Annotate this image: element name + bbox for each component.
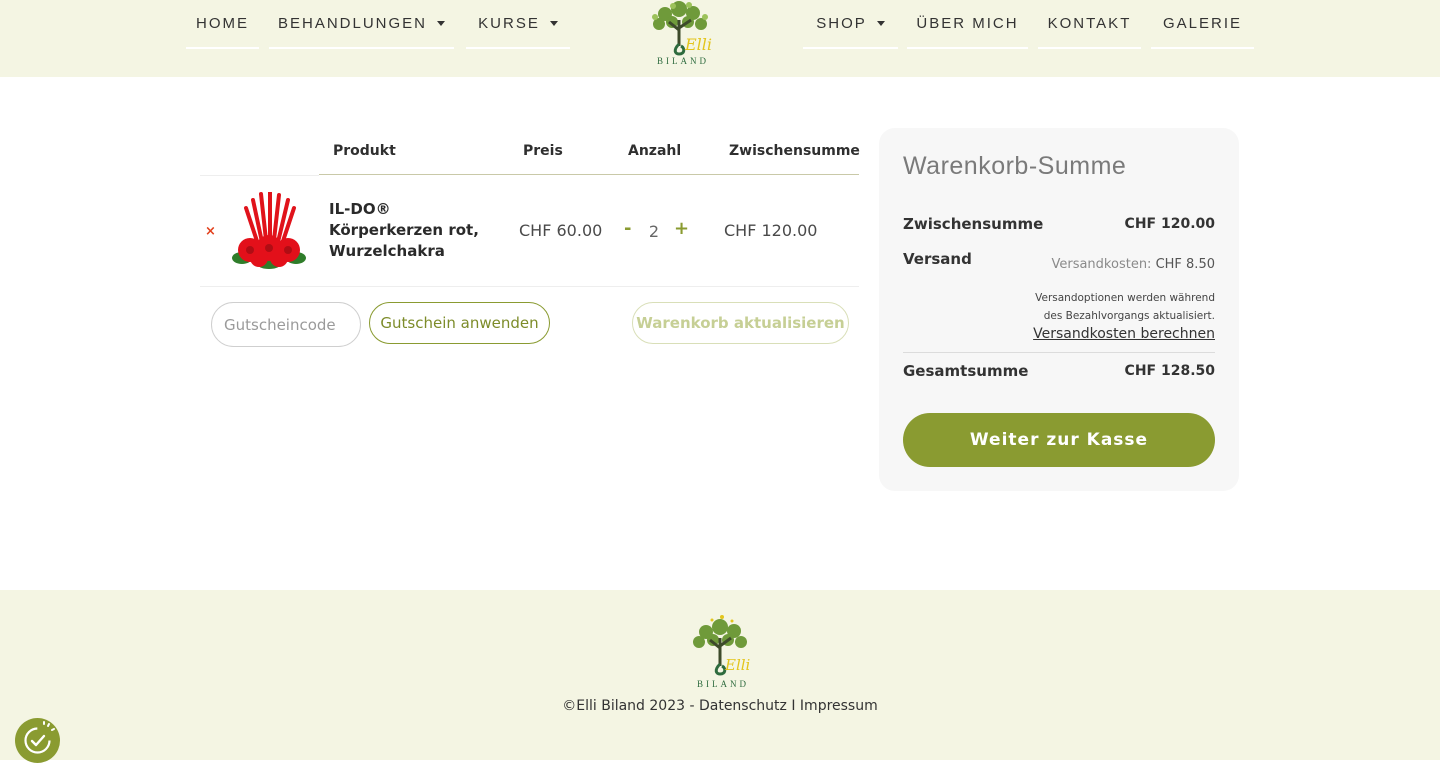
totals-total-label: Gesamtsumme — [903, 362, 1029, 380]
table-row-divider — [200, 286, 859, 287]
quantity-input[interactable] — [640, 220, 668, 242]
product-subtotal: CHF 120.00 — [724, 221, 818, 240]
header-quantity: Anzahl — [628, 143, 682, 159]
product-image — [232, 190, 306, 269]
site-footer: Elli BILAND — [0, 590, 1440, 760]
nav-kontakt[interactable]: KONTAKT — [1038, 0, 1141, 49]
nav-home-label: HOME — [196, 15, 249, 32]
site-header: HOME BEHANDLUNGEN KURSE Elli BILAND SHOP… — [0, 0, 1440, 77]
header-product: Produkt — [333, 143, 396, 159]
nav-ueber-mich[interactable]: ÜBER MICH — [907, 0, 1028, 49]
caret-down-icon — [876, 21, 885, 26]
shipping-rate-value: CHF 8.50 — [1155, 257, 1215, 272]
svg-text:BILAND: BILAND — [697, 679, 749, 689]
coupon-code-input[interactable] — [211, 302, 361, 347]
nav-galerie[interactable]: GALERIE — [1151, 0, 1254, 49]
table-row-divider — [200, 175, 319, 176]
nav-galerie-label: GALERIE — [1162, 15, 1243, 32]
tree-logo-icon: Elli BILAND — [652, 1, 712, 66]
caret-down-icon — [437, 21, 446, 26]
cookie-consent-icon — [24, 721, 55, 754]
nav-ueber-mich-label: ÜBER MICH — [916, 15, 1019, 32]
header-subtotal: Zwischensumme — [729, 143, 860, 159]
footer-copyright: ©Elli Biland 2023 - — [562, 698, 699, 714]
nav-kurse-label: KURSE — [478, 15, 540, 32]
header-price: Preis — [523, 143, 563, 159]
nav-shop[interactable]: SHOP — [803, 0, 898, 49]
shipping-rate-label: Versandkosten: — [1051, 257, 1152, 272]
remove-item-button[interactable]: × — [205, 224, 216, 239]
product-thumbnail[interactable] — [228, 190, 310, 270]
footer-separator: I — [786, 698, 800, 714]
svg-text:Elli: Elli — [724, 656, 751, 674]
totals-divider — [903, 352, 1215, 353]
svg-text:Elli: Elli — [684, 35, 712, 54]
nav-home[interactable]: HOME — [186, 0, 259, 49]
tree-logo-icon: Elli BILAND — [693, 615, 751, 689]
quantity-decrease-button[interactable]: - — [624, 218, 631, 239]
apply-coupon-button[interactable]: Gutschein anwenden — [369, 302, 550, 344]
proceed-to-checkout-button[interactable]: Weiter zur Kasse — [903, 413, 1215, 467]
shipping-rate: Versandkosten: CHF 8.50 — [1051, 257, 1215, 272]
nav-kontakt-label: KONTAKT — [1047, 15, 1132, 32]
quantity-increase-button[interactable]: + — [674, 218, 689, 239]
caret-down-icon — [549, 21, 558, 26]
svg-text:BILAND: BILAND — [657, 56, 709, 66]
footer-copyright-line: ©Elli Biland 2023 - Datenschutz I Impres… — [0, 698, 1440, 714]
footer-logo[interactable]: Elli BILAND — [686, 614, 754, 690]
nav-kurse[interactable]: KURSE — [466, 0, 570, 49]
product-name-link[interactable]: IL-DO® Körperkerzen rot, Wurzelchakra — [329, 199, 499, 262]
footer-imprint-link[interactable]: Impressum — [800, 698, 878, 714]
totals-total-value: CHF 128.50 — [1124, 363, 1215, 379]
shipping-note: Versandoptionen werden während des Bezah… — [1035, 292, 1215, 322]
product-price: CHF 60.00 — [519, 221, 603, 240]
cart-totals-title: Warenkorb-Summe — [903, 152, 1127, 180]
nav-shop-label: SHOP — [816, 15, 867, 32]
update-cart-button[interactable]: Warenkorb aktualisieren — [632, 302, 849, 344]
totals-subtotal-label: Zwischensumme — [903, 215, 1044, 233]
totals-shipping-label: Versand — [903, 250, 972, 268]
totals-subtotal-value: CHF 120.00 — [1124, 216, 1215, 232]
nav-behandlungen-label: BEHANDLUNGEN — [277, 15, 428, 32]
nav-behandlungen[interactable]: BEHANDLUNGEN — [269, 0, 454, 49]
cookie-consent-button[interactable] — [15, 718, 60, 763]
site-logo[interactable]: Elli BILAND — [645, 0, 717, 68]
footer-privacy-link[interactable]: Datenschutz — [699, 698, 787, 714]
calculate-shipping-link[interactable]: Versandkosten berechnen — [1033, 326, 1215, 342]
table-header-divider — [319, 174, 859, 175]
